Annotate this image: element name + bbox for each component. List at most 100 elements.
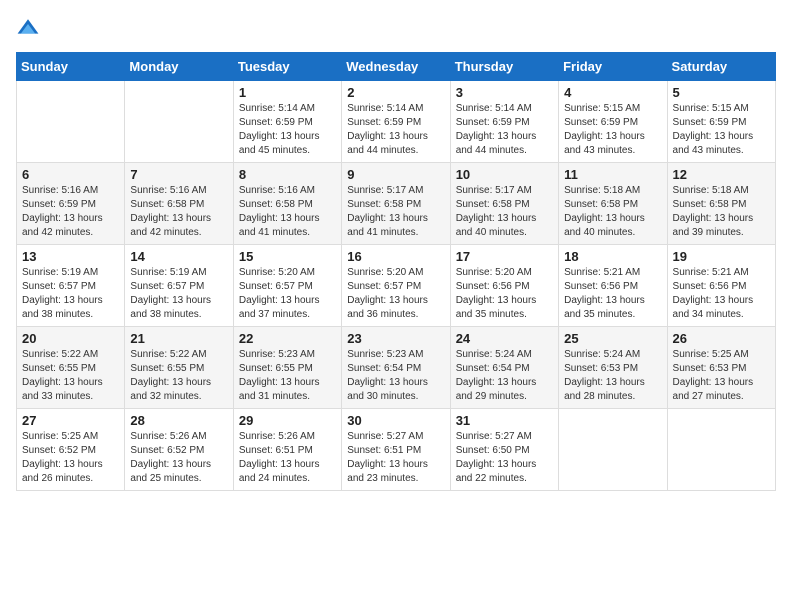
calendar-cell	[17, 81, 125, 163]
day-header-monday: Monday	[125, 53, 233, 81]
day-info: Sunrise: 5:23 AM Sunset: 6:54 PM Dayligh…	[347, 348, 444, 404]
day-info: Sunrise: 5:16 AM Sunset: 6:59 PM Dayligh…	[22, 184, 119, 240]
calendar-cell: 16 Sunrise: 5:20 AM Sunset: 6:57 PM Dayli…	[342, 245, 450, 327]
day-info: Sunrise: 5:14 AM Sunset: 6:59 PM Dayligh…	[456, 102, 553, 158]
calendar-cell: 14 Sunrise: 5:19 AM Sunset: 6:57 PM Dayli…	[125, 245, 233, 327]
day-number: 12	[673, 167, 770, 182]
calendar-cell: 8Sunrise: 5:16 AM Sunset: 6:58 PM Daylig…	[233, 163, 341, 245]
day-info: Sunrise: 5:25 AM Sunset: 6:52 PM Dayligh…	[22, 430, 119, 486]
day-info: Sunrise: 5:16 AM Sunset: 6:58 PM Dayligh…	[239, 184, 336, 240]
calendar-cell: 19 Sunrise: 5:21 AM Sunset: 6:56 PM Dayli…	[667, 245, 775, 327]
calendar-cell: 27 Sunrise: 5:25 AM Sunset: 6:52 PM Dayli…	[17, 409, 125, 491]
calendar-cell: 28 Sunrise: 5:26 AM Sunset: 6:52 PM Dayli…	[125, 409, 233, 491]
day-info: Sunrise: 5:19 AM Sunset: 6:57 PM Dayligh…	[22, 266, 119, 322]
calendar-cell: 18Sunrise: 5:21 AM Sunset: 6:56 PM Dayli…	[559, 245, 667, 327]
logo	[16, 16, 44, 40]
day-number: 17	[456, 249, 553, 264]
day-info: Sunrise: 5:16 AM Sunset: 6:58 PM Dayligh…	[130, 184, 227, 240]
day-info: Sunrise: 5:22 AM Sunset: 6:55 PM Dayligh…	[130, 348, 227, 404]
calendar-cell: 2 Sunrise: 5:14 AM Sunset: 6:59 PM Daylig…	[342, 81, 450, 163]
day-info: Sunrise: 5:24 AM Sunset: 6:54 PM Dayligh…	[456, 348, 553, 404]
calendar-cell: 20Sunrise: 5:22 AM Sunset: 6:55 PM Dayli…	[17, 327, 125, 409]
page-header	[16, 16, 776, 40]
calendar-cell: 22 Sunrise: 5:23 AM Sunset: 6:55 PM Dayli…	[233, 327, 341, 409]
day-number: 9	[347, 167, 444, 182]
calendar-cell: 9Sunrise: 5:17 AM Sunset: 6:58 PM Daylig…	[342, 163, 450, 245]
calendar-cell: 13 Sunrise: 5:19 AM Sunset: 6:57 PM Dayli…	[17, 245, 125, 327]
day-info: Sunrise: 5:17 AM Sunset: 6:58 PM Dayligh…	[456, 184, 553, 240]
day-header-thursday: Thursday	[450, 53, 558, 81]
day-header-sunday: Sunday	[17, 53, 125, 81]
day-info: Sunrise: 5:14 AM Sunset: 6:59 PM Dayligh…	[347, 102, 444, 158]
calendar-cell	[667, 409, 775, 491]
day-info: Sunrise: 5:14 AM Sunset: 6:59 PM Dayligh…	[239, 102, 336, 158]
day-number: 14	[130, 249, 227, 264]
calendar-cell: 31 Sunrise: 5:27 AM Sunset: 6:50 PM Dayli…	[450, 409, 558, 491]
calendar-cell: 4Sunrise: 5:15 AM Sunset: 6:59 PM Daylig…	[559, 81, 667, 163]
day-info: Sunrise: 5:18 AM Sunset: 6:58 PM Dayligh…	[673, 184, 770, 240]
day-number: 24	[456, 331, 553, 346]
day-number: 28	[130, 413, 227, 428]
calendar-cell: 12 Sunrise: 5:18 AM Sunset: 6:58 PM Dayli…	[667, 163, 775, 245]
calendar-cell	[559, 409, 667, 491]
day-info: Sunrise: 5:24 AM Sunset: 6:53 PM Dayligh…	[564, 348, 661, 404]
day-info: Sunrise: 5:21 AM Sunset: 6:56 PM Dayligh…	[564, 266, 661, 322]
week-row-2: 6 Sunrise: 5:16 AM Sunset: 6:59 PM Daylig…	[17, 163, 776, 245]
day-info: Sunrise: 5:15 AM Sunset: 6:59 PM Dayligh…	[673, 102, 770, 158]
calendar-cell: 29 Sunrise: 5:26 AM Sunset: 6:51 PM Dayli…	[233, 409, 341, 491]
day-number: 23	[347, 331, 444, 346]
day-number: 26	[673, 331, 770, 346]
day-number: 7	[130, 167, 227, 182]
calendar-header-row: SundayMondayTuesdayWednesdayThursdayFrid…	[17, 53, 776, 81]
calendar-cell: 5Sunrise: 5:15 AM Sunset: 6:59 PM Daylig…	[667, 81, 775, 163]
calendar-cell: 7 Sunrise: 5:16 AM Sunset: 6:58 PM Daylig…	[125, 163, 233, 245]
day-number: 20	[22, 331, 119, 346]
day-info: Sunrise: 5:21 AM Sunset: 6:56 PM Dayligh…	[673, 266, 770, 322]
day-info: Sunrise: 5:19 AM Sunset: 6:57 PM Dayligh…	[130, 266, 227, 322]
day-number: 19	[673, 249, 770, 264]
logo-icon	[16, 16, 40, 40]
day-number: 10	[456, 167, 553, 182]
calendar-cell	[125, 81, 233, 163]
day-info: Sunrise: 5:23 AM Sunset: 6:55 PM Dayligh…	[239, 348, 336, 404]
calendar-cell: 6 Sunrise: 5:16 AM Sunset: 6:59 PM Daylig…	[17, 163, 125, 245]
day-number: 11	[564, 167, 661, 182]
calendar-cell: 10 Sunrise: 5:17 AM Sunset: 6:58 PM Dayli…	[450, 163, 558, 245]
day-number: 27	[22, 413, 119, 428]
day-info: Sunrise: 5:20 AM Sunset: 6:57 PM Dayligh…	[347, 266, 444, 322]
day-number: 1	[239, 85, 336, 100]
day-header-wednesday: Wednesday	[342, 53, 450, 81]
calendar-cell: 15 Sunrise: 5:20 AM Sunset: 6:57 PM Dayli…	[233, 245, 341, 327]
day-info: Sunrise: 5:25 AM Sunset: 6:53 PM Dayligh…	[673, 348, 770, 404]
day-info: Sunrise: 5:18 AM Sunset: 6:58 PM Dayligh…	[564, 184, 661, 240]
day-number: 30	[347, 413, 444, 428]
day-info: Sunrise: 5:20 AM Sunset: 6:56 PM Dayligh…	[456, 266, 553, 322]
day-info: Sunrise: 5:27 AM Sunset: 6:50 PM Dayligh…	[456, 430, 553, 486]
calendar-cell: 11 Sunrise: 5:18 AM Sunset: 6:58 PM Dayli…	[559, 163, 667, 245]
day-info: Sunrise: 5:26 AM Sunset: 6:51 PM Dayligh…	[239, 430, 336, 486]
day-number: 6	[22, 167, 119, 182]
day-number: 2	[347, 85, 444, 100]
calendar-cell: 3Sunrise: 5:14 AM Sunset: 6:59 PM Daylig…	[450, 81, 558, 163]
day-number: 25	[564, 331, 661, 346]
day-number: 29	[239, 413, 336, 428]
day-info: Sunrise: 5:26 AM Sunset: 6:52 PM Dayligh…	[130, 430, 227, 486]
week-row-5: 27 Sunrise: 5:25 AM Sunset: 6:52 PM Dayli…	[17, 409, 776, 491]
week-row-3: 13 Sunrise: 5:19 AM Sunset: 6:57 PM Dayli…	[17, 245, 776, 327]
day-info: Sunrise: 5:20 AM Sunset: 6:57 PM Dayligh…	[239, 266, 336, 322]
day-number: 22	[239, 331, 336, 346]
calendar-cell: 21Sunrise: 5:22 AM Sunset: 6:55 PM Dayli…	[125, 327, 233, 409]
calendar-cell: 24 Sunrise: 5:24 AM Sunset: 6:54 PM Dayli…	[450, 327, 558, 409]
day-number: 16	[347, 249, 444, 264]
day-number: 31	[456, 413, 553, 428]
day-header-tuesday: Tuesday	[233, 53, 341, 81]
day-info: Sunrise: 5:27 AM Sunset: 6:51 PM Dayligh…	[347, 430, 444, 486]
day-number: 4	[564, 85, 661, 100]
day-header-saturday: Saturday	[667, 53, 775, 81]
week-row-1: 1 Sunrise: 5:14 AM Sunset: 6:59 PM Daylig…	[17, 81, 776, 163]
week-row-4: 20 Sunrise: 5:22 AM Sunset: 6:55 PM Dayli…	[17, 327, 776, 409]
day-number: 13	[22, 249, 119, 264]
calendar-cell: 17 Sunrise: 5:20 AM Sunset: 6:56 PM Dayli…	[450, 245, 558, 327]
calendar-cell: 30 Sunrise: 5:27 AM Sunset: 6:51 PM Dayli…	[342, 409, 450, 491]
day-number: 15	[239, 249, 336, 264]
